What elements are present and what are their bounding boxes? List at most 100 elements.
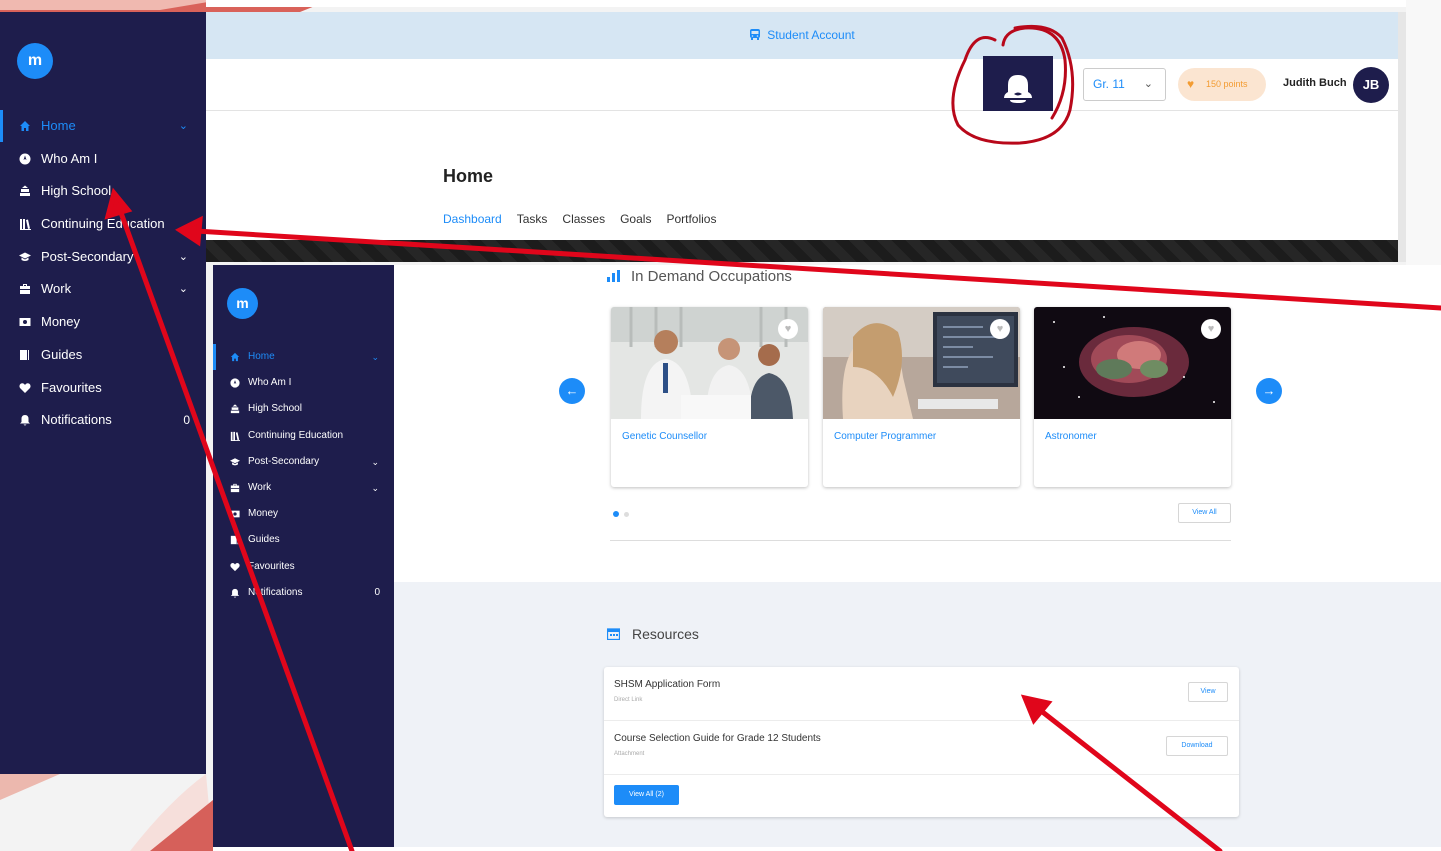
sidebar-item-favourites[interactable]: Favourites bbox=[213, 554, 394, 580]
sidebar-item-home[interactable]: Home ⌄ bbox=[213, 344, 394, 371]
sidebar-item-label: Notifications bbox=[248, 586, 303, 598]
favourite-heart-icon[interactable]: ♥ bbox=[1201, 319, 1221, 339]
favourite-heart-icon[interactable]: ♥ bbox=[990, 319, 1010, 339]
occupation-name[interactable]: Genetic Counsellor bbox=[622, 431, 707, 442]
sidebar-item-label: Favourites bbox=[248, 560, 295, 572]
top-strip bbox=[206, 0, 1406, 7]
sidebar-nav: Home ⌄ Who Am I High School Continuing E… bbox=[0, 110, 206, 437]
sidebar-item-post-secondary[interactable]: Post-Secondary ⌄ bbox=[0, 241, 206, 274]
right-panel bbox=[1406, 0, 1441, 265]
download-button[interactable]: Download bbox=[1166, 736, 1228, 756]
sidebar-item-post-secondary[interactable]: Post-Secondary ⌄ bbox=[213, 449, 394, 475]
briefcase-icon bbox=[20, 284, 30, 295]
money-icon bbox=[230, 510, 240, 518]
tab-portfolios[interactable]: Portfolios bbox=[666, 212, 716, 242]
tab-classes[interactable]: Classes bbox=[562, 212, 605, 242]
dark-divider bbox=[206, 240, 1398, 262]
occupation-card[interactable]: ♥ Computer Programmer bbox=[823, 307, 1020, 487]
sidebar-item-label: Notifications bbox=[41, 412, 112, 428]
occupation-name[interactable]: Computer Programmer bbox=[834, 431, 936, 442]
notification-count: 0 bbox=[374, 586, 380, 598]
resources-card: SHSM Application Form Direct Link View C… bbox=[604, 667, 1239, 817]
calendar-icon bbox=[607, 628, 620, 640]
resource-name: Course Selection Guide for Grade 12 Stud… bbox=[614, 733, 821, 744]
sidebar-item-label: Home bbox=[248, 351, 275, 362]
sidebar-item-who-am-i[interactable]: Who Am I bbox=[0, 143, 206, 176]
sidebar-item-money[interactable]: Money bbox=[213, 501, 394, 527]
heart-icon bbox=[19, 382, 31, 393]
sidebar-item-continuing-education[interactable]: Continuing Education bbox=[213, 423, 394, 449]
grade-select[interactable]: Gr. 11 ⌄ bbox=[1083, 68, 1166, 101]
sidebar-nav: Home ⌄ Who Am I High School Continuing E… bbox=[213, 344, 394, 606]
carousel-dot-active[interactable] bbox=[613, 511, 619, 517]
carousel-dot[interactable] bbox=[624, 512, 629, 517]
sidebar-item-label: Money bbox=[41, 314, 81, 330]
student-account-banner[interactable]: Student Account bbox=[206, 12, 1398, 59]
occupation-card[interactable]: ♥ Genetic Counsellor bbox=[611, 307, 808, 487]
banner-text: Student Account bbox=[767, 28, 855, 42]
user-name[interactable]: Judith Buch bbox=[1283, 77, 1347, 89]
bar-chart-icon bbox=[607, 270, 620, 282]
sidebar-item-label: Post-Secondary bbox=[248, 455, 320, 467]
resource-type: Direct Link bbox=[614, 697, 643, 703]
carousel-prev-button[interactable]: ← bbox=[559, 378, 585, 404]
app-logo[interactable]: m bbox=[227, 288, 258, 319]
sidebar-item-work[interactable]: Work ⌄ bbox=[0, 273, 206, 306]
points-badge[interactable]: ♥ 150 points bbox=[1178, 68, 1266, 101]
sidebar-item-guides[interactable]: Guides bbox=[0, 339, 206, 372]
occupation-name[interactable]: Astronomer bbox=[1045, 431, 1097, 442]
sidebar-item-notifications[interactable]: Notifications 0 bbox=[0, 404, 206, 437]
sidebar-item-work[interactable]: Work ⌄ bbox=[213, 475, 394, 501]
chevron-down-icon: ⌄ bbox=[178, 283, 188, 296]
graduation-cap-icon bbox=[19, 252, 31, 261]
tab-goals[interactable]: Goals bbox=[620, 212, 651, 242]
resource-type: Attachment bbox=[614, 751, 645, 757]
sidebar-item-high-school[interactable]: High School bbox=[213, 396, 394, 422]
view-button[interactable]: View bbox=[1188, 682, 1228, 702]
carousel-next-button[interactable]: → bbox=[1256, 378, 1282, 404]
bus-icon bbox=[750, 29, 761, 40]
points-text: 150 points bbox=[1206, 79, 1248, 89]
main-content bbox=[206, 111, 1398, 240]
sidebar-item-notifications[interactable]: Notifications 0 bbox=[213, 580, 394, 606]
resource-name: SHSM Application Form bbox=[614, 679, 721, 690]
app-logo[interactable]: m bbox=[17, 43, 53, 79]
sidebar-item-guides[interactable]: Guides bbox=[213, 527, 394, 553]
sidebar-item-label: High School bbox=[248, 403, 302, 415]
chevron-down-icon: ⌄ bbox=[371, 482, 379, 493]
occupation-card[interactable]: ♥ Astronomer bbox=[1034, 307, 1231, 487]
sidebar-item-favourites[interactable]: Favourites bbox=[0, 372, 206, 405]
chevron-down-icon: ⌄ bbox=[1143, 78, 1153, 90]
sidebar-item-continuing-education[interactable]: Continuing Education bbox=[0, 208, 206, 241]
sidebar-item-label: Post-Secondary bbox=[41, 248, 134, 264]
view-all-resources-button[interactable]: View All (2) bbox=[614, 785, 679, 805]
favourite-heart-icon[interactable]: ♥ bbox=[778, 319, 798, 339]
tab-bar: Dashboard Tasks Classes Goals Portfolios bbox=[443, 210, 731, 242]
tab-tasks[interactable]: Tasks bbox=[517, 212, 548, 242]
tab-dashboard[interactable]: Dashboard bbox=[443, 212, 502, 242]
grade-select-value: Gr. 11 bbox=[1093, 77, 1125, 91]
chevron-down-icon: ⌄ bbox=[371, 352, 379, 362]
resources-title: Resources bbox=[632, 626, 699, 642]
resource-row: Course Selection Guide for Grade 12 Stud… bbox=[604, 721, 1239, 775]
chevron-down-icon: ⌄ bbox=[178, 120, 188, 132]
occupations-heading: In Demand Occupations bbox=[607, 268, 792, 285]
bell-icon bbox=[20, 415, 30, 426]
sidebar-item-who-am-i[interactable]: Who Am I bbox=[213, 370, 394, 396]
view-all-occupations-button[interactable]: View All bbox=[1178, 503, 1231, 523]
arrow-right-icon: → bbox=[1262, 383, 1276, 398]
sidebar-item-money[interactable]: Money bbox=[0, 306, 206, 339]
sidebar-item-high-school[interactable]: High School bbox=[0, 175, 206, 208]
sidebar-item-label: Money bbox=[248, 508, 279, 520]
book-icon bbox=[20, 349, 29, 360]
notification-count: 0 bbox=[183, 413, 190, 428]
scrollbar[interactable] bbox=[1398, 12, 1406, 262]
arrow-left-icon: ← bbox=[565, 383, 579, 398]
avatar[interactable]: JB bbox=[1353, 67, 1389, 103]
graduation-cap-icon bbox=[230, 458, 240, 466]
sidebar-item-label: Continuing Education bbox=[248, 429, 344, 441]
sidebar-item-home[interactable]: Home ⌄ bbox=[0, 110, 206, 143]
sidebar-item-label: High School bbox=[41, 183, 112, 199]
sidebar-item-label: Guides bbox=[41, 346, 83, 362]
compass-icon bbox=[230, 378, 240, 388]
